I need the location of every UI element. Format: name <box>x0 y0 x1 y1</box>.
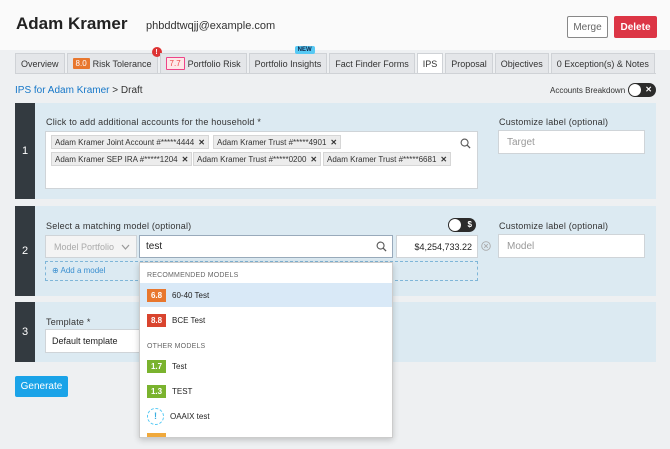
model-option[interactable]: 8.8 BCE Test <box>140 308 392 332</box>
tab-divider <box>15 73 656 74</box>
tab-label: Overview <box>21 58 59 69</box>
model-search-value: test <box>146 241 163 252</box>
tab-label: IPS <box>422 58 438 69</box>
model-option-name: 60-40 Test <box>172 290 210 300</box>
amount-input[interactable]: $4,254,733.22 <box>396 235 478 258</box>
model-option[interactable]: ! OAAIX test <box>140 404 392 428</box>
add-circle-icon: ⊕ <box>52 266 59 275</box>
other-models-header: OTHER MODELS <box>147 343 206 350</box>
accounts-multiselect[interactable]: Adam Kramer Joint Account #*****4444 ✕ Ad… <box>45 131 478 189</box>
dollar-icon: $ <box>467 220 472 229</box>
page-header: Adam Kramer phbddtwqjj@example.com Merge… <box>0 0 670 50</box>
remove-chip-icon[interactable]: ✕ <box>330 138 337 147</box>
model-label: Select a matching model (optional) <box>46 221 192 231</box>
tab-label: Objectives <box>500 58 543 69</box>
breadcrumb-current: Draft <box>120 85 143 96</box>
account-chip: Adam Kramer Joint Account #*****4444 ✕ <box>51 135 209 149</box>
new-badge: NEW <box>294 46 315 54</box>
model-option-name: OAAIX test <box>170 411 210 421</box>
model-option-name: Test <box>172 361 187 371</box>
model-option[interactable]: 1.7 Test <box>140 354 392 378</box>
breadcrumb-link-ips[interactable]: IPS for Adam Kramer <box>15 85 109 96</box>
tab-fact-finder-forms[interactable]: Fact Finder Forms <box>329 53 415 73</box>
toggle-knob <box>449 219 461 231</box>
breadcrumb-separator: > <box>112 85 119 96</box>
tab-label: Fact Finder Forms <box>335 58 409 69</box>
tab-objectives[interactable]: Objectives <box>494 53 549 73</box>
model-score: 1.3 <box>147 384 166 398</box>
model-option[interactable]: 1.3 TEST <box>140 379 392 403</box>
tab-label: Portfolio Insights <box>254 58 322 69</box>
remove-chip-icon[interactable]: ✕ <box>198 138 205 147</box>
risk-tolerance-score: 8.0 <box>72 58 90 69</box>
account-chip: Adam Kramer Trust #*****6681 ✕ <box>323 152 452 166</box>
tab-ips[interactable]: IPS <box>416 53 444 73</box>
merge-button[interactable]: Merge <box>567 16 608 38</box>
account-chip: Adam Kramer Trust #*****4901 ✕ <box>213 135 342 149</box>
search-icon[interactable] <box>376 241 387 252</box>
search-icon[interactable] <box>460 138 471 149</box>
tab-label: 0 Exception(s) & Notes <box>556 58 649 69</box>
accounts-breakdown-toggle[interactable]: ✕ <box>628 83 656 97</box>
model-option-name: TEST <box>172 386 193 396</box>
tab-label: Risk Tolerance <box>92 58 152 69</box>
toggle-knob <box>629 84 641 96</box>
target-placeholder: Target <box>507 137 535 148</box>
template-label: Template * <box>46 317 91 327</box>
model-score: 8.8 <box>147 313 166 327</box>
remove-model-icon[interactable] <box>481 241 491 251</box>
tab-portfolio-insights[interactable]: NEW Portfolio Insights <box>248 46 328 73</box>
tab-bar: Overview 8.0 Risk Tolerance ! 7.7 Portfo… <box>15 46 655 73</box>
tab-portfolio-risk[interactable]: 7.7 Portfolio Risk <box>159 53 247 73</box>
section-number: 2 <box>15 206 35 296</box>
breadcrumb: IPS for Adam Kramer > Draft <box>15 85 143 96</box>
remove-chip-icon[interactable]: ✕ <box>182 155 189 164</box>
model-placeholder: Model <box>507 241 535 252</box>
client-email: phbddtwqjj@example.com <box>146 20 276 32</box>
chevron-down-icon <box>121 244 130 250</box>
amount-value: $4,254,733.22 <box>414 242 472 252</box>
remove-chip-icon[interactable]: ✕ <box>310 155 317 164</box>
model-label-input[interactable]: Model <box>498 234 645 258</box>
account-chip: Adam Kramer SEP IRA #*****1204 ✕ <box>51 152 193 166</box>
generate-button[interactable]: Generate <box>15 376 68 397</box>
template-value: Default template <box>52 336 118 346</box>
tab-exceptions-notes[interactable]: 0 Exception(s) & Notes <box>550 53 655 73</box>
target-label-input[interactable]: Target <box>498 130 645 154</box>
custom-label-heading: Customize label (optional) <box>499 117 609 127</box>
tab-risk-tolerance[interactable]: 8.0 Risk Tolerance ! <box>66 47 162 73</box>
delete-button[interactable]: Delete <box>614 16 657 38</box>
remove-chip-icon[interactable]: ✕ <box>440 155 447 164</box>
model-score: 6.8 <box>147 288 166 302</box>
custom-label-heading: Customize label (optional) <box>499 221 609 231</box>
section-number: 1 <box>15 103 35 199</box>
model-option[interactable]: 6.8 60-40 Test <box>140 283 392 307</box>
portfolio-risk-score: 7.7 <box>165 57 185 70</box>
model-type-value: Model Portfolio <box>54 242 115 252</box>
model-type-select[interactable]: Model Portfolio <box>45 235 137 258</box>
tab-label: Portfolio Risk <box>187 58 241 69</box>
close-icon: ✕ <box>645 85 652 94</box>
accounts-breakdown-label: Accounts Breakdown <box>550 86 626 95</box>
tab-label: Proposal <box>451 58 487 69</box>
section-accounts: 1 Click to add additional accounts for t… <box>15 103 656 199</box>
model-amount-toggle[interactable]: $ <box>448 218 476 232</box>
accounts-label: Click to add additional accounts for the… <box>46 117 262 127</box>
recommended-models-header: RECOMMENDED MODELS <box>147 272 239 279</box>
add-model-label: Add a model <box>60 266 106 275</box>
warning-icon: ! <box>147 407 164 425</box>
model-dropdown: RECOMMENDED MODELS 6.8 60-40 Test 8.8 BC… <box>139 262 393 438</box>
tab-proposal[interactable]: Proposal <box>445 53 493 73</box>
model-score: 1.7 <box>147 359 166 373</box>
model-score <box>147 433 166 437</box>
account-chip: Adam Kramer Trust #*****0200 ✕ <box>193 152 322 166</box>
client-name: Adam Kramer <box>16 14 128 33</box>
tab-overview[interactable]: Overview <box>15 53 65 73</box>
model-search-input[interactable]: test <box>139 235 393 258</box>
model-option-name: BCE Test <box>172 315 206 325</box>
section-number: 3 <box>15 302 35 362</box>
